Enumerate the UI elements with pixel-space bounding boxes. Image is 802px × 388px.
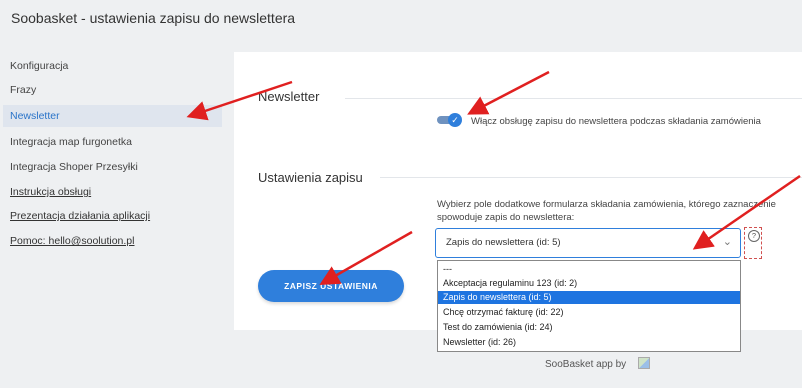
- arrow-to-newsletter-item: [186, 80, 293, 121]
- arrow-to-toggle: [467, 70, 550, 115]
- annotation-arrows: [186, 70, 801, 285]
- arrow-to-select: [692, 174, 801, 250]
- arrow-to-save-button: [319, 230, 413, 285]
